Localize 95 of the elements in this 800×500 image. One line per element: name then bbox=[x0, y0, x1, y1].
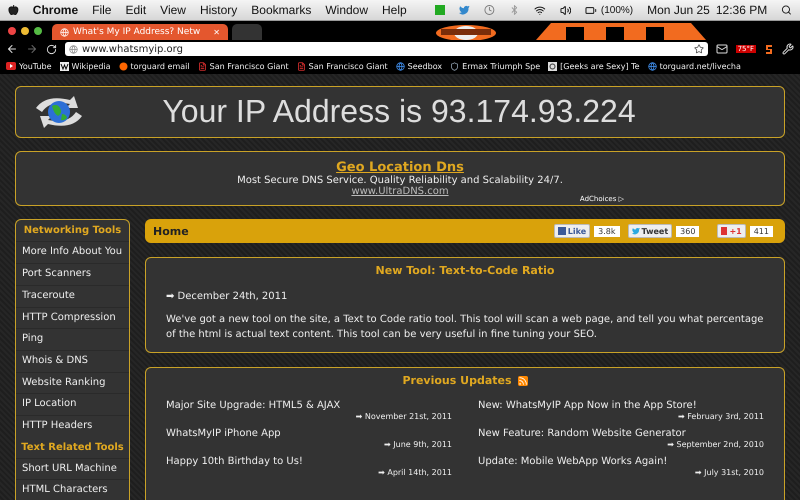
sidebar-link[interactable]: Traceroute bbox=[16, 284, 129, 306]
wifi-icon[interactable] bbox=[534, 4, 546, 16]
apple-icon[interactable] bbox=[8, 4, 19, 16]
share-count: 411 bbox=[750, 226, 773, 237]
menu-item[interactable]: View bbox=[160, 3, 186, 17]
close-icon[interactable]: ✕ bbox=[213, 28, 220, 36]
tab-title: What's My IP Address? Netw bbox=[73, 27, 202, 37]
ad-url-link[interactable]: www.UltraDNS.com bbox=[351, 186, 449, 198]
google-icon bbox=[721, 227, 728, 236]
shield-icon bbox=[450, 62, 460, 70]
sidebar-link[interactable]: Ping bbox=[16, 328, 129, 350]
reload-button[interactable] bbox=[46, 44, 57, 54]
bird-icon[interactable] bbox=[459, 4, 470, 16]
browser-tab[interactable]: What's My IP Address? Netw ✕ bbox=[52, 24, 228, 40]
mail-icon[interactable] bbox=[716, 43, 728, 55]
rss-icon[interactable] bbox=[518, 376, 528, 386]
share-count: 360 bbox=[676, 226, 700, 237]
sidebar-link[interactable]: HTML Characters bbox=[16, 479, 129, 500]
update-link[interactable]: Major Site Upgrade: HTML5 & AJAX bbox=[166, 400, 452, 412]
menu-item[interactable]: History bbox=[200, 3, 238, 17]
sidebar-heading: Text Related Tools bbox=[20, 440, 125, 455]
share-button[interactable]: Like bbox=[554, 224, 590, 238]
update-link[interactable]: WhatsMyIP iPhone App bbox=[166, 428, 452, 440]
page-icon bbox=[198, 62, 207, 70]
share-button[interactable]: Tweet bbox=[628, 224, 672, 238]
share-count: 3.8k bbox=[594, 226, 620, 237]
menu-item[interactable]: Edit bbox=[125, 3, 146, 17]
time-text[interactable]: 12:36 PM bbox=[716, 3, 768, 17]
news-date: ➡ December 24th, 2011 bbox=[166, 290, 288, 304]
update-link[interactable]: Update: Mobile WebApp Works Again! bbox=[478, 456, 764, 468]
home-title: Home bbox=[153, 224, 190, 238]
update-date: ➡ February 3rd, 2011 bbox=[678, 412, 764, 422]
ip-address-heading: Your IP Address is 93.174.93.224 bbox=[161, 93, 637, 130]
date-text[interactable]: Mon Jun 25 bbox=[647, 3, 710, 17]
update-date: ➡ November 21st, 2011 bbox=[356, 412, 452, 422]
bookmark[interactable]: Wikipedia bbox=[60, 62, 111, 70]
update-date: ➡ July 31st, 2010 bbox=[694, 468, 764, 478]
sidebar-link[interactable]: Whois & DNS bbox=[16, 350, 129, 372]
clock-icon[interactable] bbox=[484, 4, 496, 16]
star-icon[interactable] bbox=[694, 44, 704, 54]
menu-item[interactable]: Help bbox=[382, 3, 407, 17]
search-icon[interactable] bbox=[781, 4, 792, 16]
ad-text: Most Secure DNS Service. Quality Reliability and Scalability 24/7. bbox=[237, 175, 563, 186]
cpanel-icon bbox=[118, 62, 128, 70]
update-link[interactable]: New: WhatsMyIP App Now in the App Store! bbox=[478, 400, 764, 412]
bookmark[interactable]: San Francisco Giant bbox=[296, 62, 388, 70]
bookmark[interactable]: torguard.net/livecha bbox=[648, 62, 741, 70]
sidebar-link[interactable]: Port Scanners bbox=[16, 263, 129, 285]
bookmark[interactable]: torguard email bbox=[118, 62, 190, 70]
news-title: New Tool: Text-to-Code Ratio bbox=[376, 264, 554, 278]
close-button[interactable] bbox=[8, 26, 16, 34]
page-icon bbox=[296, 62, 306, 70]
news-body: We've got a new tool on the site, a Text to Code ratio tool. This tool will scan a web page, and tell you what percentage of the html is actual text content. This tool can be very useful in fine tuning your SEO. bbox=[166, 313, 764, 342]
globe-icon bbox=[69, 44, 78, 54]
book-icon bbox=[60, 62, 69, 70]
menu-item[interactable]: Bookmarks bbox=[251, 3, 312, 17]
globe-icon bbox=[648, 62, 657, 70]
play-icon bbox=[6, 62, 16, 70]
share-button[interactable]: +1 bbox=[717, 224, 746, 238]
team-logo-icon[interactable] bbox=[764, 44, 774, 54]
sidebar-link[interactable]: Short URL Machine bbox=[16, 458, 129, 480]
sidebar-link[interactable]: HTTP Compression bbox=[16, 306, 129, 328]
bookmark[interactable]: YouTube bbox=[6, 62, 52, 70]
menu-item[interactable]: File bbox=[92, 3, 112, 17]
facebook-icon bbox=[558, 227, 566, 236]
address-bar[interactable]: www.whatsmyip.org bbox=[65, 42, 708, 56]
menu-item[interactable]: Chrome bbox=[32, 3, 78, 17]
minimize-button[interactable] bbox=[21, 26, 29, 34]
bookmark[interactable]: Ermax Triumph Spe bbox=[450, 62, 540, 70]
bird-icon bbox=[632, 227, 640, 236]
bookmark[interactable]: San Francisco Giant bbox=[198, 62, 289, 70]
globe-icon bbox=[60, 28, 69, 36]
update-link[interactable]: New Feature: Random Website Generator bbox=[478, 428, 764, 440]
update-link[interactable]: Happy 10th Birthday to Us! bbox=[166, 456, 452, 468]
forward-button[interactable] bbox=[26, 43, 38, 55]
sidebar-link[interactable]: IP Location bbox=[16, 393, 129, 415]
back-button[interactable] bbox=[6, 43, 18, 55]
bookmark[interactable]: Seedbox bbox=[396, 62, 442, 70]
sidebar-link[interactable]: More Info About You bbox=[16, 241, 129, 264]
settings-icon[interactable] bbox=[782, 43, 794, 55]
update-date: ➡ April 14th, 2011 bbox=[378, 468, 452, 478]
letter-tile-icon bbox=[548, 62, 558, 70]
menu-item[interactable]: Window bbox=[325, 3, 368, 17]
battery-percent: (100%) bbox=[600, 4, 634, 16]
sidebar-link[interactable]: HTTP Headers bbox=[16, 414, 129, 437]
sidebar-link[interactable]: Website Ranking bbox=[16, 372, 129, 394]
sidebar-heading: Networking Tools bbox=[22, 224, 122, 238]
globe-icon bbox=[396, 62, 405, 70]
ad-title-link[interactable]: Geo Location Dns bbox=[336, 160, 464, 176]
updates-title: Previous Updates bbox=[402, 374, 512, 388]
volume-icon[interactable] bbox=[560, 4, 572, 16]
update-date: ➡ June 9th, 2011 bbox=[384, 440, 452, 450]
update-date: ➡ September 2nd, 2010 bbox=[667, 440, 764, 450]
bookmark[interactable]: [Geeks are Sexy] Te bbox=[548, 62, 640, 70]
zoom-button[interactable] bbox=[34, 26, 42, 34]
